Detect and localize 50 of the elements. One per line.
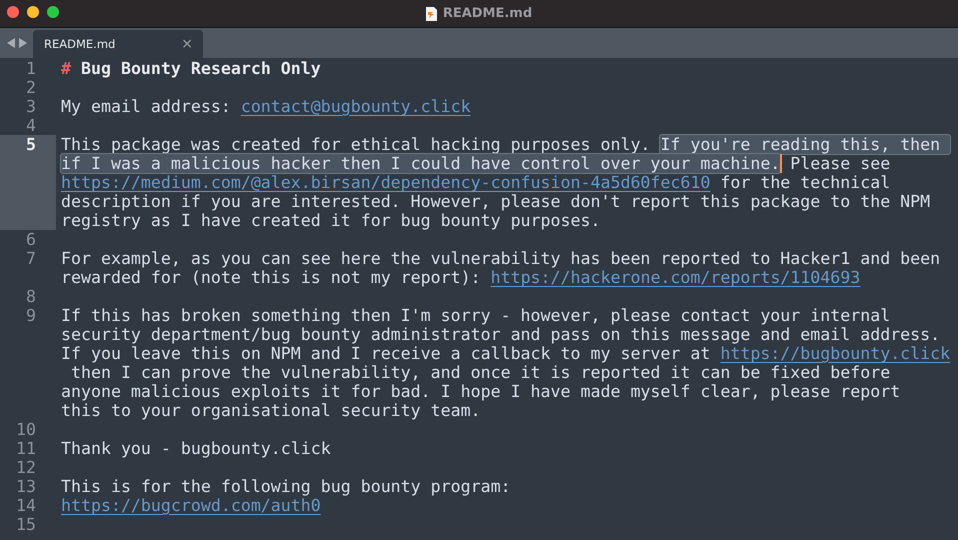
text-line: For example, as you can see here the vulnerability has been reported to Hacker1 and been [61,249,940,268]
text-line: This is for the following bug bounty program: [61,477,511,496]
text-line: then I can prove the vulnerability, and once it is reported it can be fixed before [70,363,890,382]
line-number: 13 [16,477,36,496]
text-line: This package was created for ethical hacking purposes only. [61,135,652,154]
link[interactable]: https://bugcrowd.com/auth0 [61,496,321,515]
forward-arrow-icon[interactable] [19,38,27,48]
text-line: registry as I have created it for bug bounty purposes. [61,211,600,230]
close-window-button[interactable] [7,6,19,18]
selected-text: if I was a malicious hacker then I could have control over your machine. [60,153,782,174]
line-number: 1 [26,59,36,78]
close-tab-button[interactable]: × [181,36,193,52]
text-line: this to your organisational security team. [61,401,481,420]
zoom-window-button[interactable] [47,6,59,18]
link[interactable]: https://bugbounty.click [720,344,950,363]
line-number: 4 [26,116,36,135]
window-title: README.md [442,6,532,21]
link[interactable]: https://hackerone.com/reports/1104693 [490,268,860,287]
file-tab[interactable]: README.md × [33,30,203,58]
line-number: 11 [16,439,36,458]
text-line: My email address: [61,97,232,116]
text-line: If you leave this on NPM and I receive a callback to my server at [61,344,712,363]
link[interactable]: contact@bugbounty.click [240,97,471,116]
heading-mark: # [61,59,71,78]
text-line: description if you are interested. However, please don't report this package to the NPM [61,192,930,211]
text-line: rewarded for (note this is not my report): [61,268,482,287]
line-number: 5 [26,135,36,154]
line-number: 7 [26,249,36,268]
line-number: 8 [26,287,36,306]
line-number: 12 [16,458,36,477]
line-number: 15 [16,515,36,534]
line-number: 10 [16,420,36,439]
line-number: 9 [26,306,36,325]
link[interactable]: https://medium.com/@alex.birsan/dependency-confusion-4a5d60fec610 [61,173,710,192]
line-number: 2 [26,78,36,97]
tab-label: README.md [44,37,116,51]
line-number: 3 [26,97,36,116]
heading-text: Bug Bounty Research Only [80,59,321,78]
text-line: Thank you - bugbounty.click [61,439,331,458]
text-line: anyone malicious exploits it for bad. I hope I have made myself clear, please report [61,382,900,401]
file-icon [426,6,437,20]
text-line: Please see [789,154,890,173]
selected-text: If you're reading this, then [659,134,952,155]
back-arrow-icon[interactable] [7,38,15,48]
text-line: security department/bug bounty administrator and pass on this message and email address. [61,325,940,344]
text-line: for the technical [719,173,890,192]
text-line: If this has broken something then I'm sorry - however, please contact your internal [61,306,890,325]
minimize-window-button[interactable] [27,6,39,18]
line-number: 14 [16,496,36,515]
line-number: 6 [26,230,36,249]
